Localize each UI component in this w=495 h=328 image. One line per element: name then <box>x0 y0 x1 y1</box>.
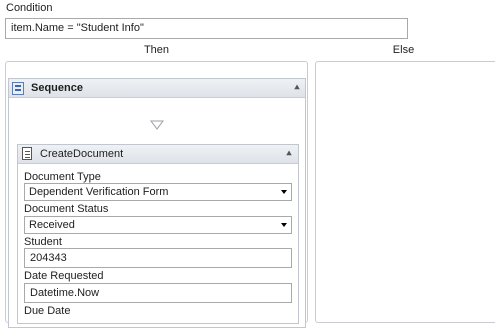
create-document-collapse-icon[interactable]: ⯅ <box>283 149 295 161</box>
chevron-down-icon <box>281 223 287 227</box>
sequence-title: Sequence <box>31 82 83 94</box>
document-type-dropdown[interactable]: Dependent Verification Form <box>24 183 292 201</box>
drop-target-arrow-icon[interactable] <box>150 120 164 130</box>
else-branch-drop-area[interactable] <box>315 61 495 323</box>
chevron-down-icon <box>281 190 287 194</box>
document-status-dropdown[interactable]: Received <box>24 216 292 234</box>
document-status-value: Received <box>29 219 75 231</box>
date-requested-label: Date Requested <box>24 270 104 282</box>
document-icon <box>22 147 32 160</box>
due-date-label: Due Date <box>24 305 71 317</box>
condition-label: Condition <box>6 2 53 14</box>
student-input[interactable]: 204343 <box>24 248 292 268</box>
document-status-label: Document Status <box>24 203 109 215</box>
else-label: Else <box>392 44 415 56</box>
create-document-title: CreateDocument <box>40 148 124 160</box>
document-type-value: Dependent Verification Form <box>29 186 169 198</box>
condition-expression-input[interactable]: item.Name = "Student Info" <box>5 18 408 39</box>
then-label: Then <box>143 44 170 56</box>
sequence-icon <box>12 82 24 95</box>
date-requested-input[interactable]: Datetime.Now <box>24 283 292 303</box>
sequence-collapse-icon[interactable]: ⯅ <box>291 83 303 95</box>
